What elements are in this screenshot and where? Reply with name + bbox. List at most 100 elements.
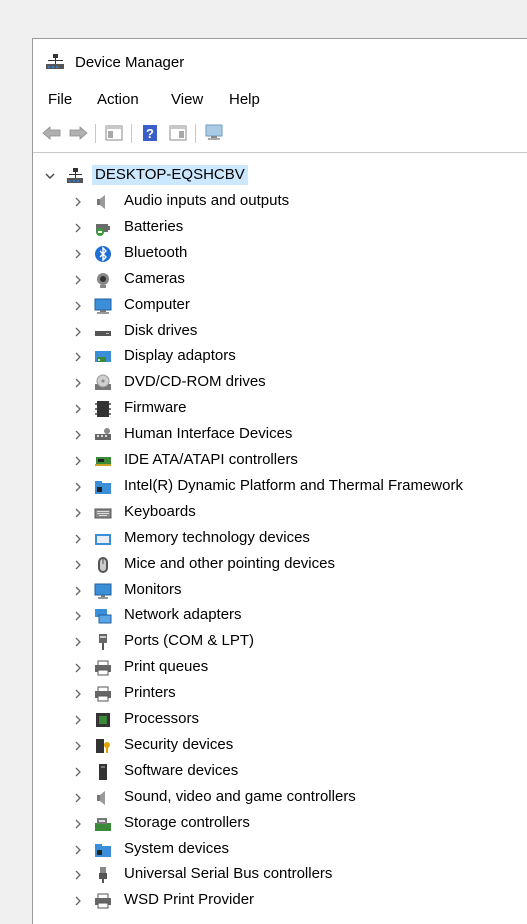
chevron-right-icon[interactable] [73,370,83,396]
chevron-right-icon[interactable] [73,811,83,837]
camera-icon [97,272,109,288]
chevron-right-icon[interactable] [73,707,83,733]
chevron-right-icon[interactable] [73,629,83,655]
tree-item[interactable]: Processors [33,707,527,733]
firmware-icon [95,401,111,418]
tree-item[interactable]: Disk drives [33,319,527,345]
chevron-right-icon[interactable] [73,422,83,448]
security-device-icon [96,738,110,753]
details-pane-icon[interactable] [167,122,189,144]
tree-item-label: Batteries [124,217,184,235]
chevron-right-icon[interactable] [73,681,83,707]
chevron-right-icon[interactable] [73,396,83,422]
mouse-icon [98,556,108,573]
chevron-right-icon[interactable] [73,189,83,215]
tree-item[interactable]: Human Interface Devices [33,422,527,448]
chevron-right-icon[interactable] [73,319,83,345]
chevron-right-icon[interactable] [73,241,83,267]
chevron-right-icon[interactable] [73,655,83,681]
scan-hardware-icon[interactable] [203,122,225,144]
tree-item[interactable]: Memory technology devices [33,526,527,552]
disk-drive-icon [95,330,111,336]
computer-network-icon [67,168,83,183]
chevron-right-icon[interactable] [73,267,83,293]
help-icon[interactable]: ? [139,122,161,144]
tree-item[interactable]: System devices [33,837,527,863]
tree-item[interactable]: Storage controllers [33,811,527,837]
menu-help[interactable]: Help [227,89,262,111]
toolbar-separator [131,124,132,143]
device-manager-window: Device Manager File Action View Help ? D… [32,38,527,924]
chevron-right-icon[interactable] [73,293,83,319]
tree-item[interactable]: Universal Serial Bus controllers [33,862,527,888]
back-arrow-icon[interactable] [41,122,63,144]
tree-item[interactable]: Sound, video and game controllers [33,785,527,811]
menu-view[interactable]: View [169,89,205,111]
tree-item-label: Cameras [124,269,185,287]
tree-item-label: Software devices [124,761,239,779]
menu-action[interactable]: Action [95,89,141,111]
network-adapter-icon [95,609,112,624]
tree-item-label: Intel(R) Dynamic Platform and Thermal Fr… [124,476,463,494]
tree-item[interactable]: Batteries [33,215,527,241]
tree-item[interactable]: IDE ATA/ATAPI controllers [33,448,527,474]
properties-icon[interactable] [103,122,125,144]
chevron-right-icon[interactable] [73,215,83,241]
tree-root-label: DESKTOP-EQSHCBV [92,165,248,185]
tree-item[interactable]: Firmware [33,396,527,422]
tree-item-label: DVD/CD-ROM drives [124,373,266,391]
chevron-right-icon[interactable] [73,474,83,500]
dvd-drive-icon [95,374,111,391]
computer-icon [94,298,112,314]
tree-item-label: Processors [124,710,200,727]
printer-icon [95,660,111,676]
tree-item[interactable]: WSD Print Provider [33,888,527,914]
tree-item[interactable]: Mice and other pointing devices [33,552,527,578]
chevron-right-icon[interactable] [73,733,83,759]
tree-item[interactable]: Computer [33,293,527,319]
keyboard-icon [94,508,112,519]
tree-item-label: Network adapters [124,606,242,624]
tree-item[interactable]: Ports (COM & LPT) [33,629,527,655]
chevron-right-icon[interactable] [73,526,83,552]
tree-item[interactable]: Monitors [33,578,527,604]
tree-item-label: Human Interface Devices [124,425,293,443]
tree-item[interactable]: Bluetooth [33,241,527,267]
tree-item[interactable]: Network adapters [33,603,527,629]
chevron-right-icon[interactable] [73,448,83,474]
chevron-right-icon[interactable] [73,785,83,811]
tree-root[interactable]: DESKTOP-EQSHCBV [33,163,527,189]
chevron-right-icon[interactable] [73,344,83,370]
tree-item[interactable]: Print queues [33,655,527,681]
toolbar: ? [33,119,527,147]
folder-device-icon [95,843,111,857]
processor-icon [96,713,110,727]
tree-item[interactable]: Intel(R) Dynamic Platform and Thermal Fr… [33,474,527,500]
chevron-right-icon[interactable] [73,500,83,526]
tree-item-label: Keyboards [124,502,196,520]
tree-item-label: Computer [124,295,190,313]
tree-item[interactable]: Software devices [33,759,527,785]
tree-item[interactable]: Audio inputs and outputs [33,189,527,215]
tree-item[interactable]: Security devices [33,733,527,759]
chevron-down-icon[interactable] [45,163,55,189]
tree-item[interactable]: Display adaptors [33,344,527,370]
menu-file[interactable]: File [46,89,74,111]
tree-item[interactable]: Keyboards [33,500,527,526]
chevron-right-icon[interactable] [73,603,83,629]
chevron-right-icon[interactable] [73,552,83,578]
chevron-right-icon[interactable] [73,888,83,914]
toolbar-separator [95,124,96,143]
tree-item-label: IDE ATA/ATAPI controllers [124,451,298,468]
chevron-right-icon[interactable] [73,759,83,785]
tree-item-label: Ports (COM & LPT) [124,632,255,650]
chevron-right-icon[interactable] [73,862,83,888]
tree-item[interactable]: Printers [33,681,527,707]
tree-item[interactable]: Cameras [33,267,527,293]
forward-arrow-icon[interactable] [67,122,89,144]
chevron-right-icon[interactable] [73,578,83,604]
tree-item[interactable]: DVD/CD-ROM drives [33,370,527,396]
title-bar[interactable]: Device Manager [33,39,527,85]
chevron-right-icon[interactable] [73,837,83,863]
tree-item-label: Display adaptors [124,347,236,365]
